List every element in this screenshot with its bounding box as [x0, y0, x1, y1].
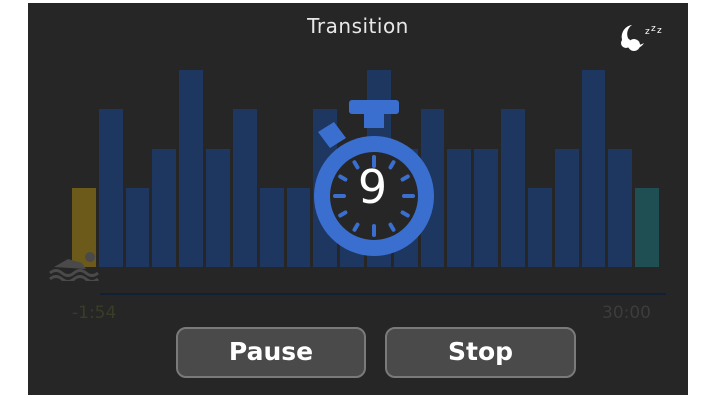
profile-bar	[581, 69, 606, 267]
profile-bar	[501, 109, 525, 267]
countdown-value: 9	[357, 160, 388, 214]
tick-label-end: 30:00	[602, 303, 651, 323]
profile-bar	[179, 69, 204, 267]
profile-bar	[98, 109, 123, 267]
profile-bar	[206, 148, 230, 267]
profile-bar	[554, 148, 579, 267]
stop-button[interactable]: Stop	[385, 327, 576, 378]
dial-tick	[388, 222, 396, 232]
chart-baseline	[100, 293, 666, 295]
profile-bar	[259, 188, 284, 267]
swim-icon	[49, 252, 99, 281]
pause-button[interactable]: Pause	[176, 327, 366, 378]
profile-bar	[635, 188, 659, 267]
tick-label-start: -1:54	[72, 303, 117, 323]
profile-bar	[232, 109, 257, 267]
dial-tick	[352, 222, 360, 232]
profile-bar	[474, 148, 499, 267]
profile-bar	[608, 148, 633, 267]
profile-bar	[125, 188, 150, 267]
profile-bar	[152, 148, 177, 267]
profile-bar	[527, 188, 552, 267]
workout-screen: Transition z z z -1:54 30:00 9 Pause Sto…	[28, 3, 688, 395]
